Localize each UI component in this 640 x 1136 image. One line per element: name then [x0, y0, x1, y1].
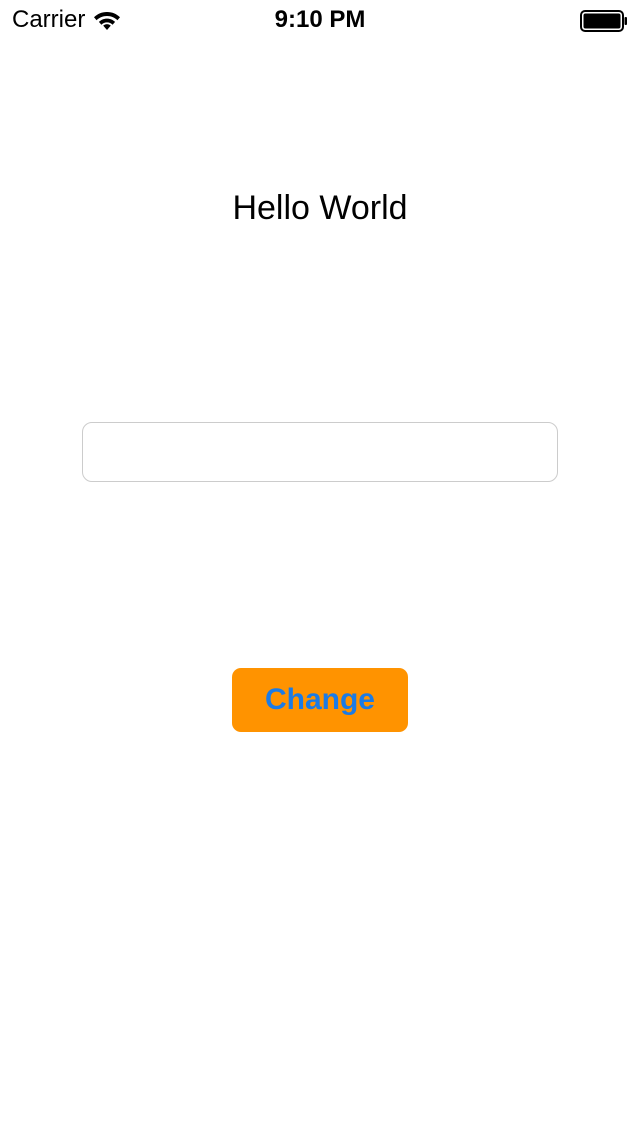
battery-icon	[580, 10, 627, 32]
hello-label: Hello World	[232, 189, 408, 227]
change-button[interactable]: Change	[232, 668, 408, 732]
text-input[interactable]	[82, 422, 558, 482]
status-time: 9:10 PM	[274, 6, 366, 33]
status-bar: Carrier 9:10 PM	[0, 0, 640, 40]
